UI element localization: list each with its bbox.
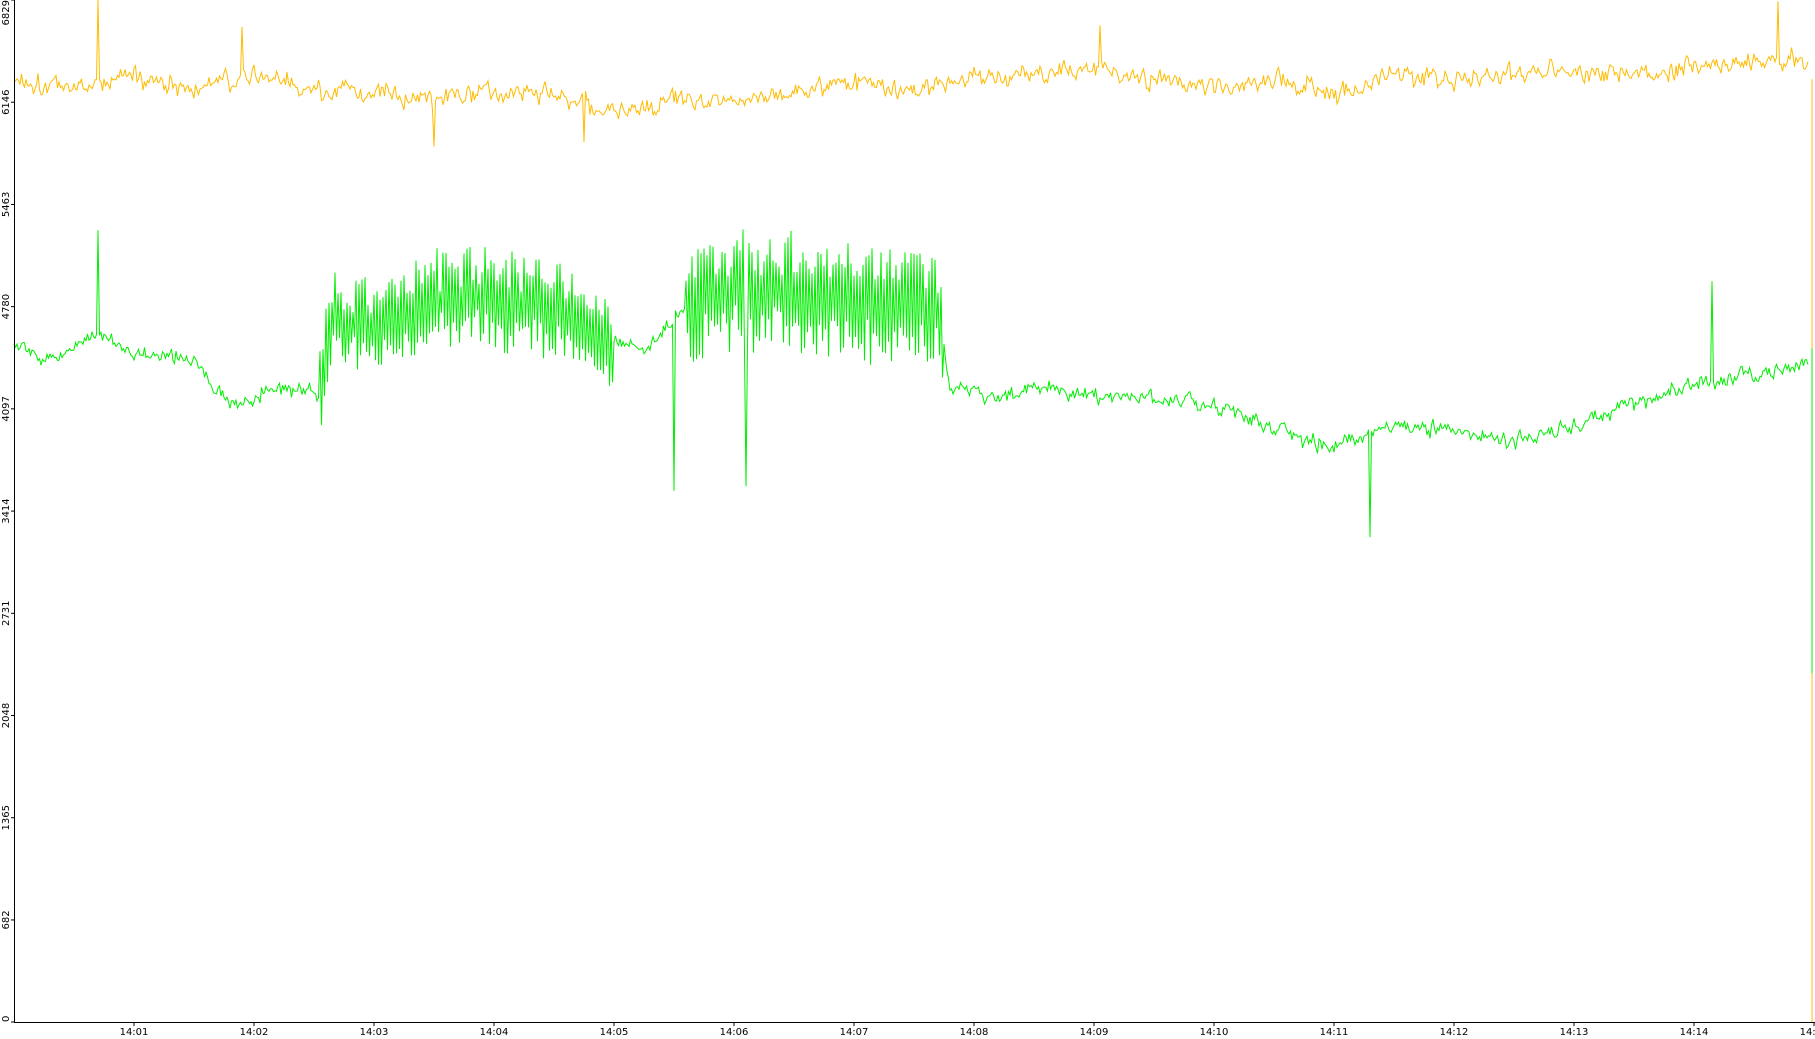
- y-tick-layer: 0 682 1365 2048 2731 3414 4097 4780 5463 6146 6829: [1, 0, 15, 1023]
- y-tick-label: 0: [1, 1016, 12, 1022]
- x-tick-label: 14:12: [1440, 1027, 1469, 1038]
- series-line-2: [13, 229, 1809, 538]
- x-tick-layer: 14:01 14:02 14:03 14:04 14:05 14:06 14:07 14:08…: [120, 1022, 1815, 1038]
- y-tick-label: 3414: [1, 498, 12, 523]
- y-tick-label: 4780: [1, 294, 12, 319]
- x-tick-label: 14:05: [600, 1027, 629, 1038]
- x-tick-label: 14:14: [1680, 1027, 1709, 1038]
- x-tick-label: 14:06: [720, 1027, 749, 1038]
- y-tick-label: 2048: [1, 703, 12, 728]
- x-tick-label: 14:11: [1320, 1027, 1349, 1038]
- x-tick-label: 14:15: [1800, 1027, 1815, 1038]
- y-tick-label: 6829: [1, 0, 12, 25]
- x-tick-label: 14:10: [1200, 1027, 1229, 1038]
- y-tick-label: 1365: [1, 805, 12, 830]
- chart-root: 0 682 1365 2048 2731 3414 4097 4780 5463 6146 6829…: [0, 0, 1815, 1039]
- x-tick-label: 14:07: [840, 1027, 869, 1038]
- x-tick-label: 14:03: [360, 1027, 389, 1038]
- y-tick-label: 682: [1, 910, 12, 929]
- x-tick-label: 14:08: [960, 1027, 989, 1038]
- x-tick-label: 14:01: [120, 1027, 149, 1038]
- y-tick-label: 2731: [1, 601, 12, 626]
- y-tick-label: 4097: [1, 396, 12, 421]
- series-line-1: [13, 0, 1809, 147]
- line-chart: 0 682 1365 2048 2731 3414 4097 4780 5463 6146 6829…: [1, 0, 1815, 1038]
- y-tick-label: 5463: [1, 192, 12, 217]
- series-layer: [13, 0, 1813, 1022]
- y-tick-label: 6146: [1, 89, 12, 114]
- x-tick-label: 14:02: [240, 1027, 269, 1038]
- x-tick-label: 14:04: [480, 1027, 509, 1038]
- x-tick-label: 14:13: [1560, 1027, 1589, 1038]
- x-tick-label: 14:09: [1080, 1027, 1109, 1038]
